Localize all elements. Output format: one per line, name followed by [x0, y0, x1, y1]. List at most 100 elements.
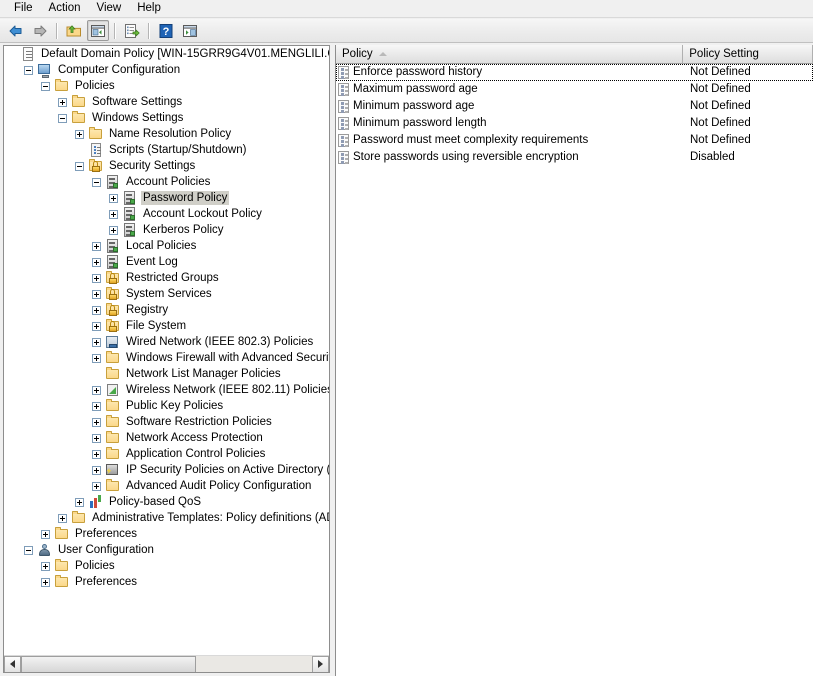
tree-node[interactable]: Name Resolution Policy	[4, 126, 329, 142]
tree-node-label: Wireless Network (IEEE 802.11) Policies	[126, 384, 329, 396]
tree-node-label: Event Log	[126, 256, 178, 268]
expand-icon[interactable]	[92, 417, 101, 427]
tree-node-label: Software Restriction Policies	[126, 416, 272, 428]
menu-item-view[interactable]: View	[89, 0, 130, 17]
tree-node[interactable]: Policy-based QoS	[4, 494, 329, 510]
expand-icon[interactable]	[92, 465, 101, 475]
tree-node[interactable]: Administrative Templates: Policy definit…	[4, 510, 329, 526]
help-button[interactable]: ?	[155, 20, 177, 41]
tree-node[interactable]: Network List Manager Policies	[4, 366, 329, 382]
tree-node[interactable]: Computer Configuration	[4, 62, 329, 78]
expand-icon[interactable]	[109, 193, 118, 203]
expand-icon[interactable]	[92, 321, 101, 331]
back-button[interactable]	[5, 20, 27, 41]
table-row[interactable]: Minimum password length Not Defined	[336, 115, 813, 132]
menu-item-help[interactable]: Help	[129, 0, 169, 17]
scrollbar-thumb[interactable]	[21, 655, 196, 672]
table-row[interactable]: Maximum password age Not Defined	[336, 81, 813, 98]
collapse-icon[interactable]	[24, 545, 33, 555]
tree-node[interactable]: System Services	[4, 286, 329, 302]
up-one-level-button[interactable]	[63, 20, 85, 41]
tree-node[interactable]: Account Policies	[4, 174, 329, 190]
table-row[interactable]: Store passwords using reversible encrypt…	[336, 149, 813, 166]
scroll-right-button[interactable]	[312, 655, 329, 672]
collapse-icon[interactable]	[92, 177, 101, 187]
expand-icon[interactable]	[41, 561, 50, 571]
expand-icon[interactable]	[92, 449, 101, 459]
expand-icon[interactable]	[92, 257, 101, 267]
menu-item-file[interactable]: File	[6, 0, 41, 17]
policy-name-label: Enforce password history	[353, 66, 483, 78]
expand-icon[interactable]	[92, 241, 101, 251]
tree-horizontal-scrollbar[interactable]	[4, 655, 329, 672]
expand-icon[interactable]	[92, 353, 101, 363]
menu-item-action[interactable]: Action	[41, 0, 89, 17]
tree-node-label: Preferences	[75, 528, 138, 540]
tree-node[interactable]: Policies	[4, 78, 329, 94]
expand-icon[interactable]	[58, 513, 67, 523]
table-row[interactable]: Enforce password history Not Defined	[336, 64, 813, 81]
tree-node[interactable]: Event Log	[4, 254, 329, 270]
tree-node[interactable]: Account Lockout Policy	[4, 206, 329, 222]
toolbar-separator	[148, 22, 150, 39]
tree-node[interactable]: Advanced Audit Policy Configuration	[4, 478, 329, 494]
expand-icon[interactable]	[92, 289, 101, 299]
expand-icon[interactable]	[41, 529, 50, 539]
show-hide-console-tree-button[interactable]	[87, 20, 109, 41]
tree-node-label: Windows Firewall with Advanced Security	[126, 352, 329, 364]
tree-node[interactable]: Default Domain Policy [WIN-15GRR9G4V01.M…	[4, 46, 329, 62]
export-list-button[interactable]	[121, 20, 143, 41]
expand-icon[interactable]	[92, 337, 101, 347]
tree-node[interactable]: User Configuration	[4, 542, 329, 558]
tree-node[interactable]: File System	[4, 318, 329, 334]
tree-node[interactable]: Policies	[4, 558, 329, 574]
table-row[interactable]: Password must meet complexity requiremen…	[336, 132, 813, 149]
scroll-left-button[interactable]	[4, 655, 21, 672]
tree-node[interactable]: Restricted Groups	[4, 270, 329, 286]
tree-node-label: Restricted Groups	[126, 272, 219, 284]
tree-node[interactable]: Software Settings	[4, 94, 329, 110]
tree-node[interactable]: Software Restriction Policies	[4, 414, 329, 430]
expand-icon[interactable]	[109, 225, 118, 235]
folder-up-icon	[66, 24, 81, 36]
expand-icon[interactable]	[92, 433, 101, 443]
policy-item-icon	[336, 133, 352, 149]
expand-icon[interactable]	[92, 481, 101, 491]
tree-node[interactable]: Network Access Protection	[4, 430, 329, 446]
collapse-icon[interactable]	[24, 65, 33, 75]
tree-node[interactable]: Local Policies	[4, 238, 329, 254]
tree-node[interactable]: Scripts (Startup/Shutdown)	[4, 142, 329, 158]
tree-node[interactable]: Windows Firewall with Advanced Security	[4, 350, 329, 366]
tree-node[interactable]: Registry	[4, 302, 329, 318]
expand-icon[interactable]	[58, 97, 67, 107]
tree-node[interactable]: Preferences	[4, 574, 329, 590]
expand-icon[interactable]	[75, 129, 84, 139]
show-hide-action-pane-button[interactable]	[179, 20, 201, 41]
collapse-icon[interactable]	[75, 161, 84, 171]
tree-node[interactable]: Application Control Policies	[4, 446, 329, 462]
column-header-policy[interactable]: Policy	[336, 45, 684, 64]
expand-icon[interactable]	[109, 209, 118, 219]
collapse-icon[interactable]	[41, 81, 50, 91]
expand-icon[interactable]	[41, 577, 50, 587]
tree-node[interactable]: Windows Settings	[4, 110, 329, 126]
expand-icon[interactable]	[92, 273, 101, 283]
tree-node-label: Account Lockout Policy	[143, 208, 262, 220]
tree-node[interactable]: Wireless Network (IEEE 802.11) Policies	[4, 382, 329, 398]
expand-icon[interactable]	[92, 401, 101, 411]
column-header-policy-setting[interactable]: Policy Setting	[683, 45, 813, 64]
tree-node[interactable]: Wired Network (IEEE 802.3) Policies	[4, 334, 329, 350]
tree-node[interactable]: Preferences	[4, 526, 329, 542]
collapse-icon[interactable]	[58, 113, 67, 123]
tree-node[interactable]: Security Settings	[4, 158, 329, 174]
expand-icon[interactable]	[92, 305, 101, 315]
tree-node[interactable]: Password Policy	[4, 190, 329, 206]
expand-icon[interactable]	[75, 497, 84, 507]
table-row[interactable]: Minimum password age Not Defined	[336, 98, 813, 115]
expand-icon[interactable]	[92, 385, 101, 395]
folder-icon	[88, 126, 104, 142]
tree-node[interactable]: IP Security Policies on Active Directory…	[4, 462, 329, 478]
forward-button[interactable]	[29, 20, 51, 41]
tree-node[interactable]: Kerberos Policy	[4, 222, 329, 238]
tree-node[interactable]: Public Key Policies	[4, 398, 329, 414]
